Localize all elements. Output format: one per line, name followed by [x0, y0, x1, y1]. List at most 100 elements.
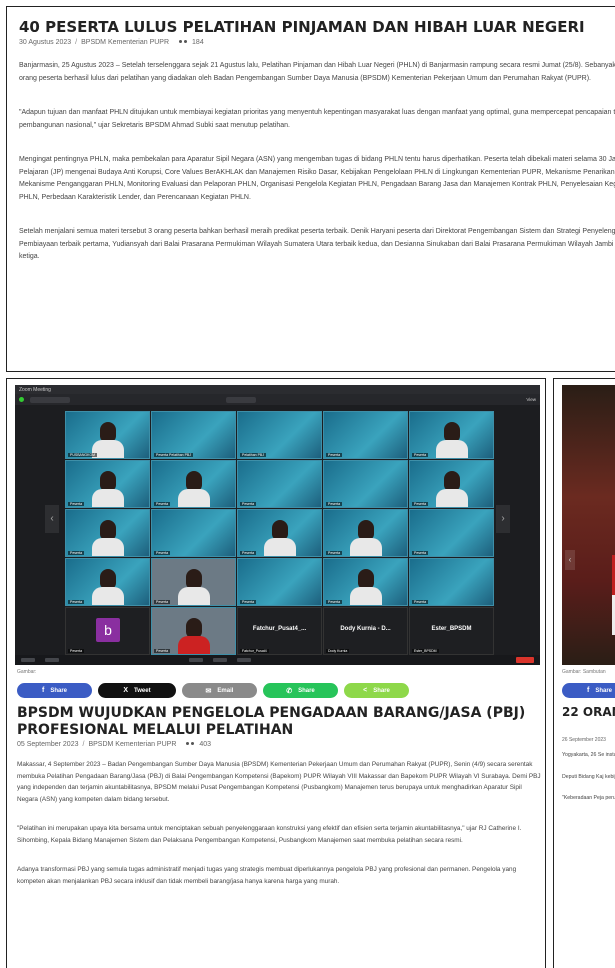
participant-label: Peserta [412, 502, 429, 506]
participant-label: Peserta [154, 551, 171, 555]
x-icon: X [123, 687, 129, 694]
security-icon [19, 397, 24, 402]
facebook-share-button[interactable]: f Share [562, 683, 615, 698]
participant-label: Peserta [412, 551, 429, 555]
participant-head [358, 520, 374, 540]
participant-head [272, 520, 288, 540]
participant-tile[interactable]: Peserta [409, 558, 494, 606]
participant-tile[interactable]: Peserta [409, 509, 494, 557]
participant-tile[interactable]: Ester_BPSDM Ester_BPSDM [409, 607, 494, 655]
article-paragraph: Adanya transformasi PBJ yang semula tuga… [17, 866, 517, 885]
participant-head [444, 471, 460, 491]
article-author[interactable]: BPSDM Kementerian PUPR [88, 741, 176, 748]
participant-head [100, 569, 116, 589]
participant-body [350, 538, 382, 556]
participant-tile[interactable]: Peserta [323, 509, 408, 557]
participant-tile[interactable]: Peserta Pelatihan PBJ [151, 411, 236, 459]
participant-tile[interactable]: Peserta [65, 509, 150, 557]
article-paragraph: "Pelatihan ini merupakan upaya kita bers… [17, 825, 522, 844]
participant-tile[interactable]: Peserta [65, 558, 150, 606]
participant-tile[interactable]: Peserta [323, 460, 408, 508]
email-share-button[interactable]: ✉ Email [182, 683, 257, 698]
share-bar: f Share X Tweet ✉ Email ✆ Share < Share [17, 683, 409, 698]
participant-tile[interactable]: Peserta [323, 411, 408, 459]
participant-label: Fatchur_Pusat4 [240, 649, 269, 653]
participant-tile[interactable]: Dody Kurnia - D... Dody Kurnia [323, 607, 408, 655]
participant-head [186, 618, 202, 638]
article-paragraph: "Keberadaan Peja perumusan masal [562, 795, 615, 801]
participant-label: Pelatihan PBJ [240, 453, 266, 457]
article-author[interactable]: BPSDM Kementerian PUPR [81, 39, 169, 46]
article-card-pbj: Zoom Meeting View ‹ › PUSBANGKOM Peserta … [6, 378, 546, 968]
participant-tile[interactable]: Peserta [409, 411, 494, 459]
article-meta: 05 September 2023 / BPSDM Kementerian PU… [17, 741, 212, 748]
views-icon [179, 39, 188, 46]
article-title[interactable]: 40 PESERTA LULUS PELATIHAN PINJAMAN DAN … [19, 17, 615, 37]
article-paragraph: Yogyakarta, 26 Se instansi yang bert per… [562, 752, 615, 758]
participant-tile[interactable]: PUSBANGKOM [65, 411, 150, 459]
article-paragraph: Banjarmasin, 25 Agustus 2023 – Setelah t… [19, 62, 615, 82]
chevron-left-icon: ‹ [45, 505, 59, 533]
participant-head [186, 471, 202, 491]
participant-tile[interactable]: Peserta [237, 509, 322, 557]
article-title[interactable]: 22 ORANG DI BAPEK [562, 705, 615, 720]
participant-tile[interactable]: Pelatihan PBJ [237, 411, 322, 459]
participant-label: Peserta [154, 600, 171, 604]
article-views: 184 [192, 39, 204, 46]
image-caption: Gambar: [17, 669, 37, 675]
participant-tile[interactable]: Peserta [323, 558, 408, 606]
participant-tile[interactable]: Peserta [237, 460, 322, 508]
participant-body [178, 636, 210, 654]
zoom-topbar: View [15, 394, 540, 405]
twitter-share-button[interactable]: X Tweet [98, 683, 176, 698]
participant-avatar: b [96, 618, 120, 642]
participant-tile[interactable]: Peserta [237, 558, 322, 606]
participant-tile[interactable]: Peserta [151, 509, 236, 557]
participant-label: Peserta [326, 453, 343, 457]
participant-body [436, 440, 468, 458]
zoom-titlebar: Zoom Meeting [15, 385, 540, 394]
participant-head [186, 569, 202, 589]
article-paragraph: Deputi Bidang Kaj kebijakan pembar birok… [562, 773, 615, 780]
participant-name: Fatchur_Pusat4_... [252, 626, 307, 632]
participant-label: Ester_BPSDM [412, 649, 439, 653]
chevron-right-icon: › [496, 505, 510, 533]
article-date: 05 September 2023 [17, 741, 79, 748]
participant-label: Peserta [68, 551, 85, 555]
article-image-photo[interactable]: ‹ [562, 385, 615, 665]
envelope-icon: ✉ [205, 687, 212, 695]
facebook-share-button[interactable]: f Share [17, 683, 92, 698]
participant-label: Peserta [326, 600, 343, 604]
participant-body [350, 587, 382, 605]
article-date: 30 Agustus 2023 [19, 39, 72, 46]
participant-label: Peserta [326, 551, 343, 555]
participant-label: Peserta [412, 600, 429, 604]
participant-body [92, 538, 124, 556]
facebook-icon: f [41, 687, 45, 694]
participant-tile[interactable]: b Peserta [65, 607, 150, 655]
participant-tile[interactable]: Peserta [151, 558, 236, 606]
article-image-zoom-meeting[interactable]: Zoom Meeting View ‹ › PUSBANGKOM Peserta … [15, 385, 540, 665]
participant-label: Peserta [154, 649, 171, 653]
article-body: Makassar, 4 September 2023 – Badan Penge… [17, 759, 542, 905]
participant-name: Ester_BPSDM [431, 626, 472, 632]
participant-tile[interactable]: Peserta [151, 460, 236, 508]
participant-tile[interactable]: Peserta [65, 460, 150, 508]
participant-tile[interactable]: Peserta [151, 607, 236, 655]
participant-label: Dody Kurnia [326, 649, 350, 653]
participant-label: Peserta [412, 453, 429, 457]
whatsapp-share-button[interactable]: ✆ Share [263, 683, 338, 698]
article-card-phln: 40 PESERTA LULUS PELATIHAN PINJAMAN DAN … [6, 6, 615, 372]
generic-share-button[interactable]: < Share [344, 683, 409, 698]
article-title[interactable]: BPSDM WUJUDKAN PENGELOLA PENGADAAN BARAN… [17, 705, 537, 739]
participant-tile[interactable]: Peserta [409, 460, 494, 508]
participant-body [92, 489, 124, 507]
participant-head [100, 471, 116, 491]
participant-label: Peserta Pelatihan PBJ [154, 453, 194, 457]
participant-tile[interactable]: Fatchur_Pusat4_... Fatchur_Pusat4 [237, 607, 322, 655]
whatsapp-icon: ✆ [286, 687, 293, 695]
participant-head [444, 422, 460, 442]
leave-button [516, 657, 534, 663]
participant-grid: PUSBANGKOM Peserta Pelatihan PBJ Pelatihan… [65, 411, 494, 655]
chevron-left-icon: ‹ [565, 550, 575, 570]
